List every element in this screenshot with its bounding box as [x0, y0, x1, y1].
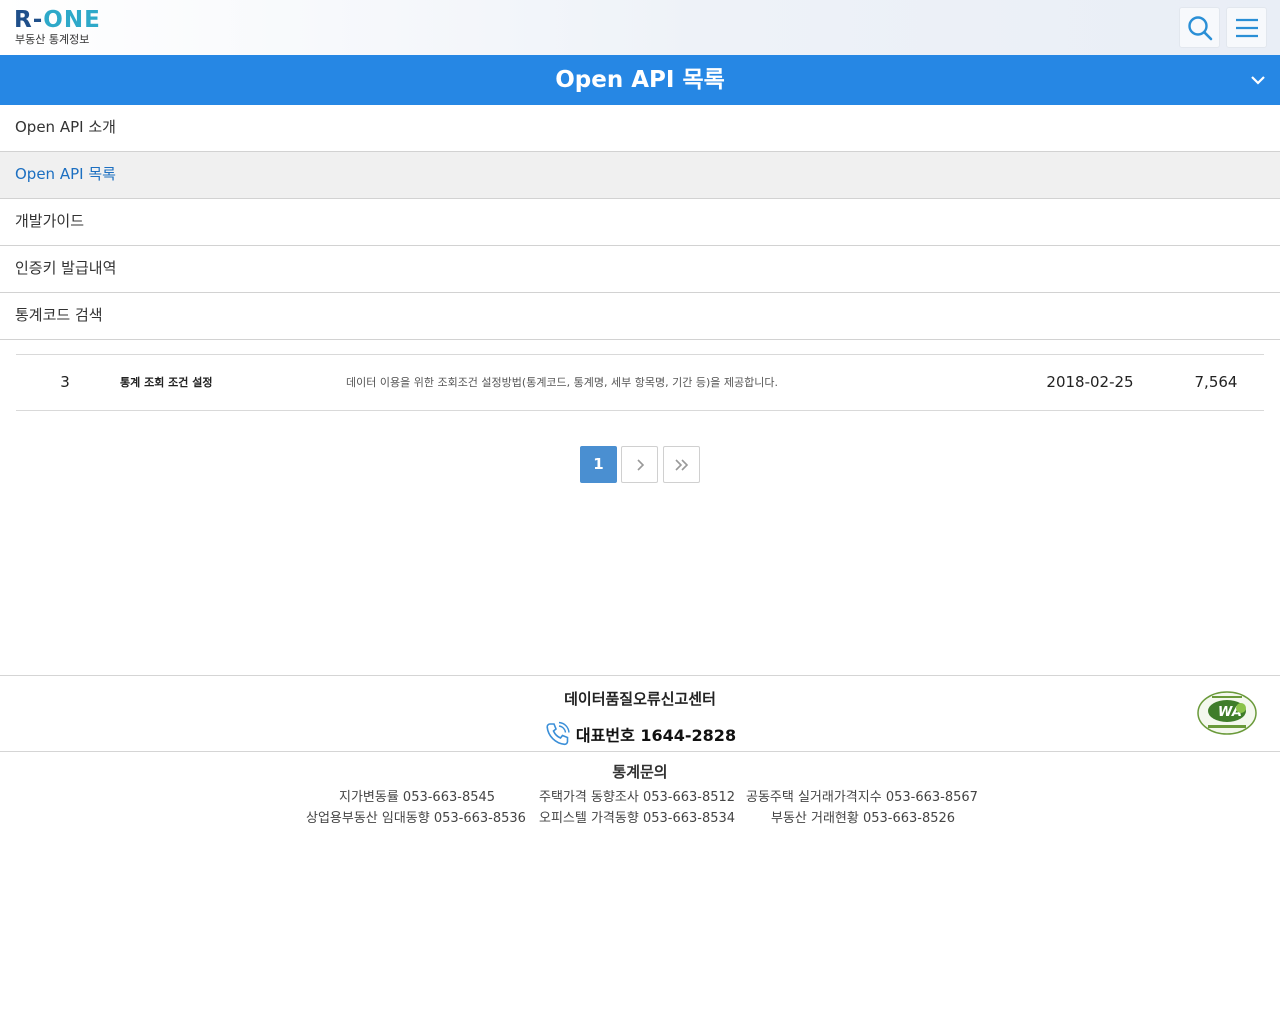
data-quality-report-center: 데이터품질오류신고센터	[564, 690, 716, 708]
logo-mark: R-ONE	[14, 7, 101, 33]
contact-housing-price: 주택가격 동향조사 053-663-8512	[539, 790, 736, 805]
page-title-bar[interactable]: Open API 목록	[0, 55, 1280, 105]
page-title: Open API 목록	[555, 67, 725, 93]
phone-label: 대표번호 1644-2828	[575, 726, 737, 745]
submenu-item-stat-code-search[interactable]: 통계코드 검색	[0, 293, 1280, 340]
api-name-link[interactable]: 통계 조회 조건 설정	[120, 355, 212, 410]
submenu-list: Open API 소개 Open API 목록 개발가이드 인증키 발급내역 통…	[0, 105, 1280, 340]
submenu-item-api-intro[interactable]: Open API 소개	[0, 105, 1280, 152]
last-page-button[interactable]	[663, 446, 700, 483]
statistics-inquiry-title: 통계문의	[612, 763, 668, 781]
contact-officetel-price: 오피스텔 가격동향 053-663-8534	[539, 811, 736, 826]
submenu-item-api-list[interactable]: Open API 목록	[0, 152, 1280, 199]
representative-phone: 대표번호 1644-2828	[0, 721, 1280, 747]
table-row[interactable]: 3 통계 조회 조건 설정 데이터 이용을 위한 조회조건 설정방법(통계코드,…	[16, 354, 1264, 411]
hamburger-icon	[1236, 18, 1258, 38]
submenu-item-dev-guide[interactable]: 개발가이드	[0, 199, 1280, 246]
contact-transaction-status: 부동산 거래현황 053-663-8526	[771, 811, 956, 826]
contact-apartment-index: 공동주택 실거래가격지수 053-663-8567	[746, 790, 978, 805]
phone-icon	[546, 721, 570, 746]
search-icon	[1188, 16, 1213, 41]
view-count: 7,564	[1194, 373, 1238, 391]
search-button[interactable]	[1179, 7, 1220, 48]
contact-commercial-lease: 상업용부동산 임대동향 053-663-8536	[306, 811, 526, 826]
double-chevron-right-icon	[674, 459, 688, 471]
api-description: 데이터 이용을 위한 조회조건 설정방법(통계코드, 통계명, 세부 항목명, …	[346, 376, 778, 389]
contact-land-price: 지가변동률 053-663-8545	[339, 790, 496, 805]
r-one-logo[interactable]: R-ONE 부동산 통계정보	[14, 7, 114, 49]
submenu-item-auth-key-history[interactable]: 인증키 발급내역	[0, 246, 1280, 293]
chevron-down-icon[interactable]	[1250, 74, 1266, 86]
row-number: 3	[60, 373, 70, 391]
footer-divider	[0, 751, 1280, 752]
chevron-right-icon	[636, 459, 644, 471]
registration-date: 2018-02-25	[1046, 373, 1134, 391]
next-page-button[interactable]	[621, 446, 658, 483]
page-button-current[interactable]: 1	[580, 446, 617, 483]
site-header: R-ONE 부동산 통계정보	[0, 0, 1280, 55]
web-accessibility-mark: WA	[1197, 691, 1257, 735]
site-footer: 데이터품질오류신고센터 대표번호 1644-2828 WA 통계문의 지가변동률…	[0, 675, 1280, 1024]
logo-subtitle: 부동산 통계정보	[15, 33, 90, 46]
menu-button[interactable]	[1226, 7, 1267, 48]
